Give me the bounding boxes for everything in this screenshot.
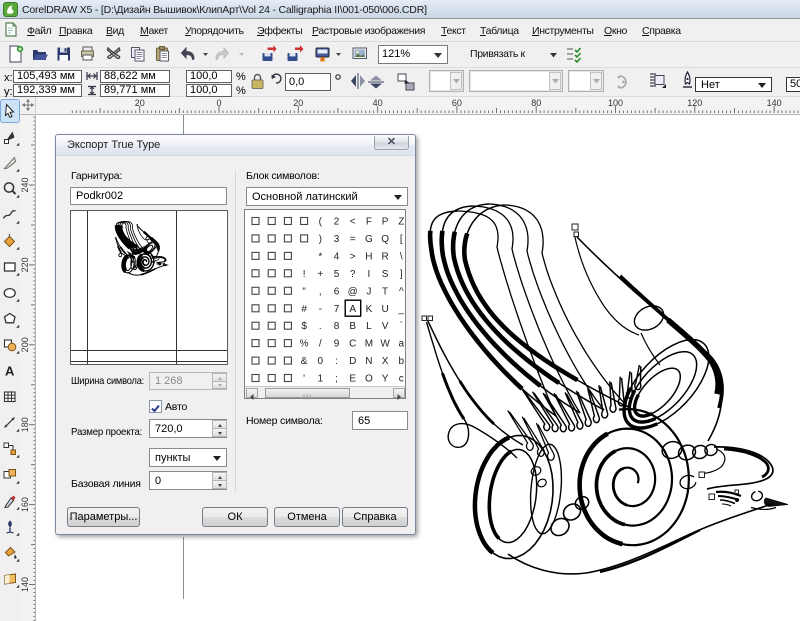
- svg-text:4: 4: [334, 251, 340, 262]
- svg-text:L: L: [366, 321, 372, 332]
- svg-text:]: ]: [400, 269, 403, 280]
- svg-text:6: 6: [334, 286, 340, 297]
- svg-text:b: b: [399, 356, 405, 367]
- svg-text:I: I: [368, 269, 371, 280]
- svg-text:R: R: [381, 251, 388, 262]
- svg-text:_: _: [398, 304, 405, 315]
- svg-text:): ): [319, 234, 322, 245]
- svg-text:7: 7: [334, 304, 340, 315]
- svg-text:": ": [302, 286, 306, 297]
- svg-text:8: 8: [334, 321, 340, 332]
- svg-text:J: J: [366, 286, 371, 297]
- svg-text:0: 0: [318, 356, 324, 367]
- svg-text:$: $: [301, 321, 307, 332]
- svg-text:X: X: [382, 356, 389, 367]
- svg-text:>: >: [350, 251, 356, 262]
- svg-text:C: C: [349, 339, 356, 350]
- svg-text:V: V: [382, 321, 389, 332]
- svg-text:#: #: [301, 304, 307, 315]
- svg-text:+: +: [317, 269, 323, 280]
- svg-text:H: H: [365, 251, 372, 262]
- svg-text:?: ?: [350, 269, 356, 280]
- svg-text:K: K: [366, 304, 373, 315]
- svg-text:!: !: [303, 269, 306, 280]
- svg-text:N: N: [365, 356, 372, 367]
- svg-text:*: *: [318, 251, 322, 262]
- svg-text:%: %: [300, 339, 309, 350]
- svg-text:^: ^: [399, 286, 404, 297]
- svg-text:3: 3: [334, 234, 340, 245]
- svg-text:U: U: [381, 304, 388, 315]
- svg-text:G: G: [365, 234, 373, 245]
- svg-text:;: ;: [335, 374, 338, 385]
- svg-text::: :: [335, 356, 338, 367]
- svg-text:<: <: [350, 217, 356, 228]
- svg-text:&: &: [301, 356, 308, 367]
- svg-text:5: 5: [334, 269, 340, 280]
- svg-text:a: a: [399, 339, 405, 350]
- svg-text:Z: Z: [398, 217, 404, 228]
- svg-text:[: [: [400, 234, 403, 245]
- svg-text:`: `: [400, 320, 403, 332]
- svg-text:T: T: [382, 286, 388, 297]
- svg-text:P: P: [382, 217, 389, 228]
- svg-text:/: /: [319, 339, 322, 350]
- svg-text:Q: Q: [381, 234, 389, 245]
- svg-text:@: @: [348, 286, 358, 297]
- svg-text:W: W: [380, 339, 390, 350]
- svg-text:.: .: [319, 321, 322, 332]
- svg-text:,: ,: [319, 286, 322, 297]
- svg-text:9: 9: [334, 339, 340, 350]
- svg-text:D: D: [349, 356, 356, 367]
- svg-text:B: B: [349, 321, 356, 332]
- svg-text:1: 1: [318, 374, 324, 385]
- svg-text:\: \: [400, 251, 403, 262]
- svg-text:A: A: [349, 304, 356, 315]
- svg-text:=: =: [350, 234, 356, 245]
- svg-text:O: O: [365, 374, 373, 385]
- svg-text:(: (: [319, 217, 323, 228]
- svg-text:Y: Y: [382, 374, 389, 385]
- svg-text:S: S: [382, 269, 389, 280]
- svg-text:c: c: [399, 374, 404, 385]
- svg-text:F: F: [366, 217, 372, 228]
- svg-text:E: E: [349, 374, 356, 385]
- svg-text:2: 2: [334, 217, 340, 228]
- svg-text:': ': [303, 374, 305, 385]
- svg-text:-: -: [319, 304, 322, 315]
- svg-text:M: M: [365, 339, 373, 350]
